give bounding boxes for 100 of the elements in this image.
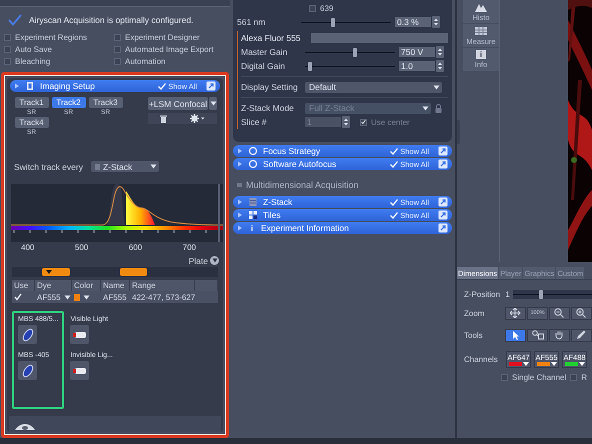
tool-button[interactable] [571,328,592,342]
checkbox-label: Bleaching [15,56,50,66]
lens-icon [20,328,34,342]
stack-icon [248,197,258,207]
info-icon: i [248,224,256,232]
zoom-button[interactable] [505,306,526,320]
pop-out-icon [438,146,448,156]
caret-icon [550,362,556,366]
list-icon [237,182,242,188]
plate-label: Plate [188,256,208,266]
range-handle[interactable] [42,268,70,276]
caret-icon [64,294,71,300]
field-label: Slice # [241,117,268,127]
mountain-icon [475,2,487,12]
lock-icon [435,104,442,112]
checkbox[interactable] [309,4,316,12]
field-label: Switch track every [14,162,83,172]
track-tab[interactable]: Track4 [14,117,48,128]
checkbox-label: Use center [371,118,410,126]
field-label: Master Gain [241,47,288,57]
range-slider[interactable] [12,267,218,277]
expand-arrow-icon [237,199,243,205]
checkbox-label: R [581,372,588,382]
checkbox[interactable] [4,46,11,52]
slider-thumb[interactable] [330,18,334,26]
slider-thumb[interactable] [538,290,543,298]
checkbox-label: 639 [320,4,334,12]
fit-icon [510,308,522,318]
checkbox-label: Single Channel [512,372,566,382]
checkbox[interactable] [570,374,578,380]
track-tab[interactable]: Track3 [88,97,122,108]
beam-splitter-button[interactable] [18,325,37,344]
group-title: Software Autofocus [263,159,338,169]
field-label: Z-Position [464,290,502,298]
table-cell-text: AF555 [102,292,128,303]
checkbox[interactable] [4,34,11,40]
checkbox[interactable] [114,46,121,52]
section-title: Multidimensional Acquisition [246,180,359,190]
lamp-button[interactable] [70,325,90,344]
zoom-in-icon [576,308,588,318]
pop-out-icon [438,159,448,169]
dropdown-button[interactable] [209,97,217,110]
magnifier-rectangle-icon [532,330,544,340]
lamp-button[interactable] [70,361,90,380]
channel-name: Alexa Fluor 555 [241,33,302,43]
list-icon [94,164,100,170]
add-track-button[interactable]: +LSM Confocal [148,97,208,110]
caret-icon [422,106,429,110]
group-title: Experiment Information [261,223,350,233]
pen-icon [576,330,588,340]
grid-icon [248,210,258,220]
table-cell-text: 422-477, 573-627 [131,292,195,303]
field-label: Display Setting [241,82,299,92]
slider-thumb[interactable] [352,48,356,56]
expand-arrow-icon [14,83,20,89]
spinner-arrows-icon [436,60,444,72]
dye-dropdown[interactable]: AF555 [37,292,71,302]
zoom-button[interactable] [549,306,570,320]
slider-thumb[interactable] [308,62,312,70]
checkbox[interactable] [501,374,508,380]
color-picker[interactable] [74,294,90,300]
axis-label: 600 [128,243,142,253]
checkbox[interactable] [114,58,121,64]
trash-icon [160,114,167,122]
dropdown[interactable]: Z-Stack [90,161,159,172]
tool-button[interactable] [549,328,570,342]
zoom-button[interactable] [571,306,592,320]
caret-icon [83,294,90,300]
number-field[interactable]: 750 V [399,47,435,57]
group-title: Imaging Setup [40,81,96,91]
checkbox[interactable] [114,34,121,40]
range-handle[interactable] [120,268,147,276]
value-label: 1 [505,290,511,298]
caret-icon [433,84,440,90]
group-header[interactable]: i Experiment Information [233,222,452,234]
spinner-arrows-icon [436,46,444,58]
expand-arrow-icon [237,161,243,167]
dropdown[interactable]: Default [305,82,442,92]
caret-icon [522,362,528,366]
number-field[interactable]: 1.0 [399,61,435,71]
field-label: Z-Stack Mode [241,103,295,113]
beam-splitter-button[interactable] [18,361,37,380]
zoom-out-icon [554,308,566,318]
plate-button[interactable] [210,256,219,265]
slider[interactable] [513,290,592,298]
track-tab[interactable]: Track2 [52,97,86,108]
expand-arrow-icon [237,225,243,231]
gear-icon [190,114,206,123]
tool-button[interactable] [505,328,526,342]
number-field[interactable]: 0.3 % [395,17,431,27]
track-tab[interactable]: Track1 [14,97,48,108]
tool-button[interactable] [527,328,548,342]
pop-out-icon [438,210,448,220]
checkbox-label: Experiment Designer [125,32,200,42]
caret-icon [46,270,52,274]
spinner-arrows-icon [342,116,350,128]
text-field[interactable] [311,33,448,43]
caret-icon [150,164,157,169]
expand-arrow-icon [237,148,243,154]
checkbox[interactable] [4,58,11,64]
